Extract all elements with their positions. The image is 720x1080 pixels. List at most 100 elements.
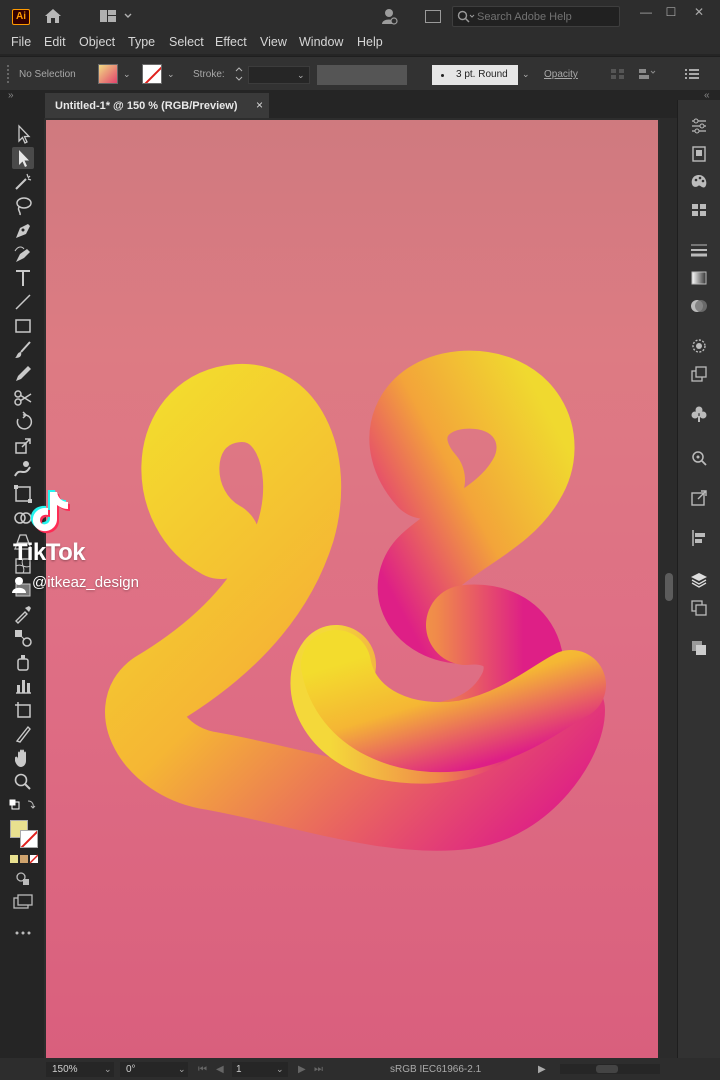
panel-grip-icon[interactable]: [6, 63, 12, 85]
workspace-switcher-icon[interactable]: [100, 8, 136, 24]
align-panel-icon[interactable]: [689, 528, 709, 548]
zoom-dropdown-icon[interactable]: ⌄: [104, 1062, 112, 1077]
home-icon[interactable]: [44, 8, 62, 24]
stroke-color-swatch[interactable]: [142, 64, 162, 84]
fill-color-swatch[interactable]: [98, 64, 118, 84]
color-mode-icons[interactable]: [10, 854, 38, 864]
artboard-dropdown-icon[interactable]: ⌄: [276, 1062, 284, 1077]
stroke-panel-icon[interactable]: [689, 240, 709, 260]
draw-mode-icon[interactable]: [14, 870, 32, 886]
menu-type[interactable]: Type: [128, 35, 155, 49]
artboard-tool-icon[interactable]: [12, 699, 34, 721]
rotation-field[interactable]: 0° ⌄: [120, 1062, 188, 1077]
screen-mode-icon[interactable]: [13, 894, 33, 910]
variable-width-profile[interactable]: [317, 65, 407, 85]
brush-dropdown-icon[interactable]: ⌄: [522, 70, 530, 79]
close-window-button[interactable]: ✕: [689, 4, 709, 20]
stroke-label: Stroke:: [193, 69, 225, 80]
zoom-tool-icon[interactable]: [12, 771, 34, 793]
symbol-sprayer-tool-icon[interactable]: [12, 651, 34, 673]
hand-tool-icon[interactable]: [12, 747, 34, 769]
artboards-icon[interactable]: [689, 598, 709, 618]
symbols-icon[interactable]: [689, 404, 709, 424]
gradient-panel-icon[interactable]: [689, 268, 709, 288]
horizontal-scrollbar[interactable]: [560, 1064, 660, 1074]
rectangle-tool-icon[interactable]: [12, 315, 34, 337]
stroke-color-box[interactable]: [20, 830, 38, 848]
color-palette-icon[interactable]: [689, 172, 709, 192]
maximize-button[interactable]: ☐: [661, 4, 681, 20]
navigator-icon[interactable]: [689, 448, 709, 468]
graphic-styles-icon[interactable]: [689, 364, 709, 384]
last-artboard-button[interactable]: ⏭: [314, 1062, 323, 1077]
menu-object[interactable]: Object: [79, 35, 115, 49]
arrange-documents-icon[interactable]: [425, 10, 441, 23]
rotation-dropdown-icon[interactable]: ⌄: [178, 1062, 186, 1077]
panel-menu-icon[interactable]: [684, 67, 700, 81]
document-tab[interactable]: Untitled-1* @ 150 % (RGB/Preview) ×: [45, 93, 269, 118]
search-field[interactable]: [452, 6, 620, 27]
edit-toolbar-icon[interactable]: [14, 930, 32, 936]
pencil-tool-icon[interactable]: [12, 363, 34, 385]
paintbrush-tool-icon[interactable]: [12, 339, 34, 361]
brush-definition-label: 3 pt. Round: [456, 69, 508, 80]
opacity-label[interactable]: Opacity: [544, 69, 578, 80]
panel-dock: [677, 100, 720, 1058]
line-segment-tool-icon[interactable]: [12, 291, 34, 313]
vertical-scrollbar[interactable]: [660, 118, 677, 1058]
menu-effect[interactable]: Effect: [215, 35, 247, 49]
transform-icon[interactable]: [638, 67, 656, 81]
menu-window[interactable]: Window: [299, 35, 343, 49]
collapse-panels-icon[interactable]: »: [8, 90, 14, 101]
pathfinder-icon[interactable]: [689, 638, 709, 658]
brush-definition-select[interactable]: 3 pt. Round: [432, 65, 518, 85]
slice-tool-icon[interactable]: [12, 723, 34, 745]
layers-icon[interactable]: [689, 570, 709, 590]
menu-view[interactable]: View: [260, 35, 287, 49]
stroke-weight-stepper-icon[interactable]: [234, 65, 244, 83]
default-colors-icon[interactable]: [8, 798, 36, 812]
swatches-icon[interactable]: [689, 200, 709, 220]
appearance-icon[interactable]: [689, 336, 709, 356]
close-document-button[interactable]: ×: [256, 98, 263, 112]
fill-dropdown-icon[interactable]: ⌄: [123, 70, 131, 79]
vertical-scroll-thumb[interactable]: [665, 573, 673, 601]
type-tool-icon[interactable]: [12, 267, 34, 289]
menu-file[interactable]: File: [11, 35, 31, 49]
menu-bar: File Edit Object Type Select Effect View…: [0, 32, 720, 54]
rotate-tool-icon[interactable]: [12, 411, 34, 433]
next-artboard-button[interactable]: ▶: [298, 1062, 306, 1077]
libraries-icon[interactable]: [689, 144, 709, 164]
search-input[interactable]: [477, 8, 617, 25]
tiktok-logo-icon: [30, 490, 70, 534]
export-icon[interactable]: [689, 488, 709, 508]
selection-tool-icon[interactable]: [12, 123, 34, 145]
magic-wand-tool-icon[interactable]: [12, 171, 34, 193]
column-graph-tool-icon[interactable]: [12, 675, 34, 697]
scale-tool-icon[interactable]: [12, 435, 34, 457]
blend-tool-icon[interactable]: [12, 627, 34, 649]
first-artboard-button[interactable]: ⏮: [198, 1062, 207, 1077]
warp-tool-icon[interactable]: [12, 459, 34, 481]
zoom-field[interactable]: 150% ⌄: [46, 1062, 114, 1077]
lasso-tool-icon[interactable]: [12, 195, 34, 217]
menu-edit[interactable]: Edit: [44, 35, 66, 49]
stroke-dropdown-icon[interactable]: ⌄: [167, 70, 175, 79]
minimize-button[interactable]: —: [636, 4, 656, 20]
status-menu-icon[interactable]: ▶: [538, 1062, 546, 1077]
align-icon[interactable]: [610, 67, 626, 81]
transparency-icon[interactable]: [689, 296, 709, 316]
stroke-weight-field[interactable]: ⌄: [248, 66, 310, 84]
horizontal-scroll-thumb[interactable]: [596, 1065, 618, 1073]
artboard-number-field[interactable]: 1 ⌄: [232, 1062, 288, 1077]
eyedropper-tool-icon[interactable]: [12, 603, 34, 625]
direct-selection-tool-icon[interactable]: [12, 147, 34, 169]
menu-select[interactable]: Select: [169, 35, 204, 49]
menu-help[interactable]: Help: [357, 35, 383, 49]
curvature-tool-icon[interactable]: [12, 243, 34, 265]
account-icon[interactable]: [380, 7, 398, 25]
scissors-tool-icon[interactable]: [12, 387, 34, 409]
pen-tool-icon[interactable]: [12, 219, 34, 241]
previous-artboard-button[interactable]: ◀: [216, 1062, 224, 1077]
properties-icon[interactable]: [689, 116, 709, 136]
